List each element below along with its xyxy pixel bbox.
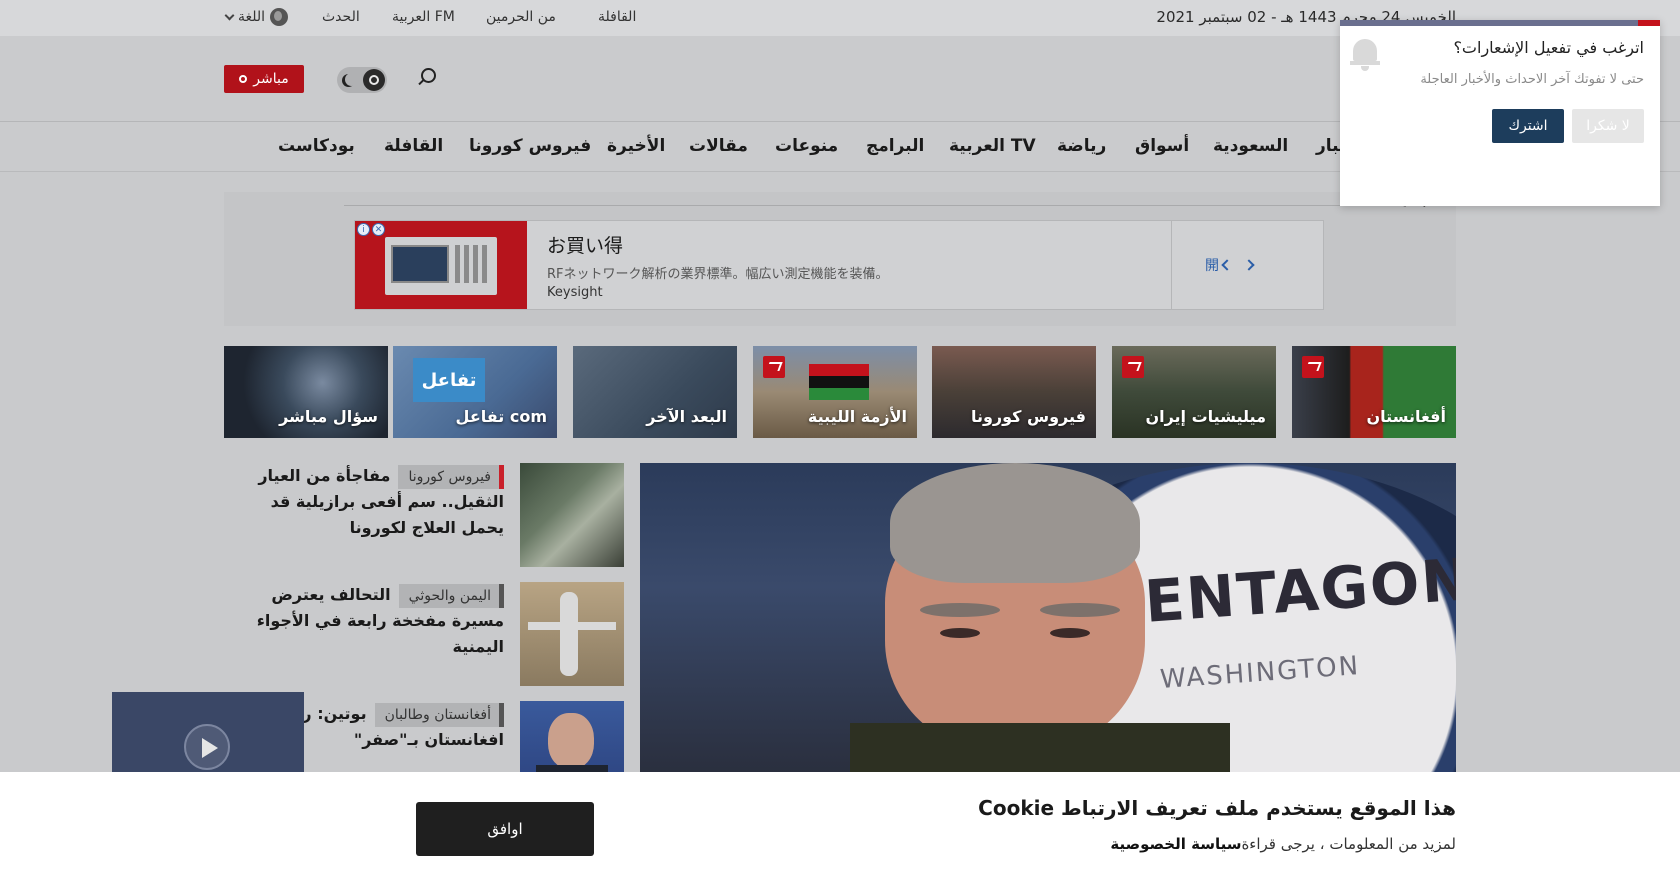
language-label: اللغة: [238, 9, 266, 25]
topic-card-label: فيروس كورونا: [970, 407, 1086, 426]
topic-card-live-question[interactable]: سؤال مباشر: [224, 346, 388, 438]
news-body[interactable]: اليمن والحوثيالتحالف يعترض مسيرة مفخخة ر…: [224, 582, 504, 660]
ad-brand: Keysight: [547, 285, 603, 300]
ad-creative[interactable]: i ✕ お買い得 RFネットワーク解析の業界標準。幅広い測定機能を装備。 Keys…: [354, 220, 1324, 310]
trending-icon: [763, 356, 785, 378]
subscribe-button[interactable]: اشترك: [1492, 109, 1564, 143]
trending-icon: [1122, 356, 1144, 378]
chevron-right-icon: [1243, 259, 1255, 271]
topic-card-label: ميليشيات إيران: [1145, 407, 1266, 426]
topbar-link-haramain[interactable]: من الحرمين: [486, 9, 556, 25]
news-tag[interactable]: أفغانستان وطالبان: [374, 703, 504, 727]
topic-card-label: الأزمة الليبية: [807, 407, 907, 426]
theme-toggle[interactable]: [337, 67, 387, 93]
topbar-link-alarabiya-fm[interactable]: العربية FM: [392, 9, 455, 25]
topic-card-label: أفغانستان: [1366, 407, 1446, 426]
ad-description: RFネットワーク解析の業界標準。幅広い測定機能を装備。: [547, 267, 889, 282]
nav-item-articles[interactable]: مقالات: [689, 136, 748, 156]
notification-popup: اترغب في تفعيل الإشعارات؟ حتى لا تفوتك آ…: [1340, 20, 1660, 206]
news-item[interactable]: فيروس كورونامفاجأة من العيار الثقيل.. سم…: [224, 463, 624, 569]
news-thumbnail[interactable]: [520, 463, 624, 567]
nav-item-programs[interactable]: البرامج: [866, 136, 924, 156]
general-portrait: [850, 463, 1230, 773]
privacy-policy-link[interactable]: سياسة الخصوصية: [1110, 835, 1241, 853]
libya-flag-image: [809, 364, 869, 400]
chevron-down-icon: [224, 10, 235, 20]
no-thanks-button[interactable]: لا شكرا: [1572, 109, 1644, 143]
news-thumbnail[interactable]: [520, 582, 624, 686]
notification-subtitle: حتى لا تفوتك آخر الاحداث والأخبار العاجل…: [1420, 72, 1644, 87]
topic-card-tafaul-com[interactable]: تفاعل تفاعل com: [393, 346, 557, 438]
nav-item-latest[interactable]: الأخيرة: [607, 136, 665, 156]
news-tag[interactable]: فيروس كورونا: [398, 465, 504, 489]
live-button[interactable]: مباشر: [224, 65, 304, 93]
sun-icon: [363, 69, 385, 91]
ad-divider-line: [344, 205, 1390, 206]
topbar-link-caravan[interactable]: القافلة: [598, 9, 636, 25]
topic-card-coronavirus[interactable]: فيروس كورونا: [932, 346, 1096, 438]
ad-title[interactable]: お買い得: [547, 231, 623, 258]
cookie-banner: هذا الموقع يستخدم ملف تعريف الارتباط Coo…: [0, 772, 1680, 876]
topic-card-label: البعد الآخر: [646, 407, 727, 426]
nav-item-caravan[interactable]: القافلة: [384, 136, 443, 156]
moon-icon: [345, 73, 358, 86]
nav-item-markets[interactable]: أسواق: [1135, 136, 1189, 156]
language-selector[interactable]: اللغة: [224, 8, 289, 26]
nav-item-variety[interactable]: منوعات: [775, 136, 838, 156]
ad-banner: مادة إعلانية i✕ お買い得 RFネットワーク解析の業界標準。幅広い…: [224, 192, 1456, 326]
topic-card-iran-militias[interactable]: ميليشيات إيران: [1112, 346, 1276, 438]
play-icon[interactable]: [184, 724, 230, 770]
cookie-text: لمزيد من المعلومات ، يرجى قراءةسياسة الخ…: [1110, 835, 1456, 853]
instrument-image: [385, 237, 497, 295]
nav-item-coronavirus[interactable]: فيروس كورونا: [469, 136, 591, 156]
nav-item-sports[interactable]: رياضة: [1057, 136, 1106, 156]
news-tag[interactable]: اليمن والحوثي: [398, 584, 504, 608]
nav-item-saudi[interactable]: السعودية: [1213, 136, 1288, 156]
globe-icon: [270, 8, 289, 26]
topbar-link-alhadath[interactable]: الحدث: [322, 9, 360, 25]
hero-image[interactable]: PENTAGON WASHINGTON: [640, 463, 1456, 773]
nav-item-podcast[interactable]: بودكاست: [278, 136, 355, 156]
search-icon[interactable]: [421, 68, 436, 83]
topic-card-other-dimension[interactable]: البعد الآخر: [573, 346, 737, 438]
ad-open-button[interactable]: 開: [1205, 255, 1255, 275]
tafaul-logo: تفاعل: [413, 358, 485, 402]
live-label: مباشر: [253, 71, 289, 87]
notification-title: اترغب في تفعيل الإشعارات؟: [1453, 38, 1644, 57]
trending-icon: [1302, 356, 1324, 378]
cookie-text-prefix: لمزيد من المعلومات ، يرجى قراءة: [1241, 835, 1456, 853]
bell-icon: [1350, 36, 1380, 72]
floating-video-player[interactable]: [112, 692, 304, 782]
topic-card-label: تفاعل com: [455, 407, 547, 426]
nav-item-alarabiya-tv[interactable]: العربية TV: [949, 136, 1036, 156]
news-item[interactable]: اليمن والحوثيالتحالف يعترض مسيرة مفخخة ر…: [224, 582, 624, 688]
cookie-title: هذا الموقع يستخدم ملف تعريف الارتباط Coo…: [978, 796, 1456, 820]
topic-card-libya-crisis[interactable]: الأزمة الليبية: [753, 346, 917, 438]
topic-card-afghanistan[interactable]: أفغانستان: [1292, 346, 1456, 438]
news-body[interactable]: فيروس كورونامفاجأة من العيار الثقيل.. سم…: [224, 463, 504, 541]
topic-card-label: سؤال مباشر: [279, 407, 378, 426]
live-dot-icon: [239, 75, 248, 83]
agree-button[interactable]: اوافق: [416, 802, 594, 856]
chevron-left-icon: [1221, 259, 1233, 271]
ad-image[interactable]: i ✕: [355, 221, 527, 309]
ad-open-label: 開: [1205, 258, 1219, 274]
adchoices-icon[interactable]: i ✕: [357, 223, 385, 236]
